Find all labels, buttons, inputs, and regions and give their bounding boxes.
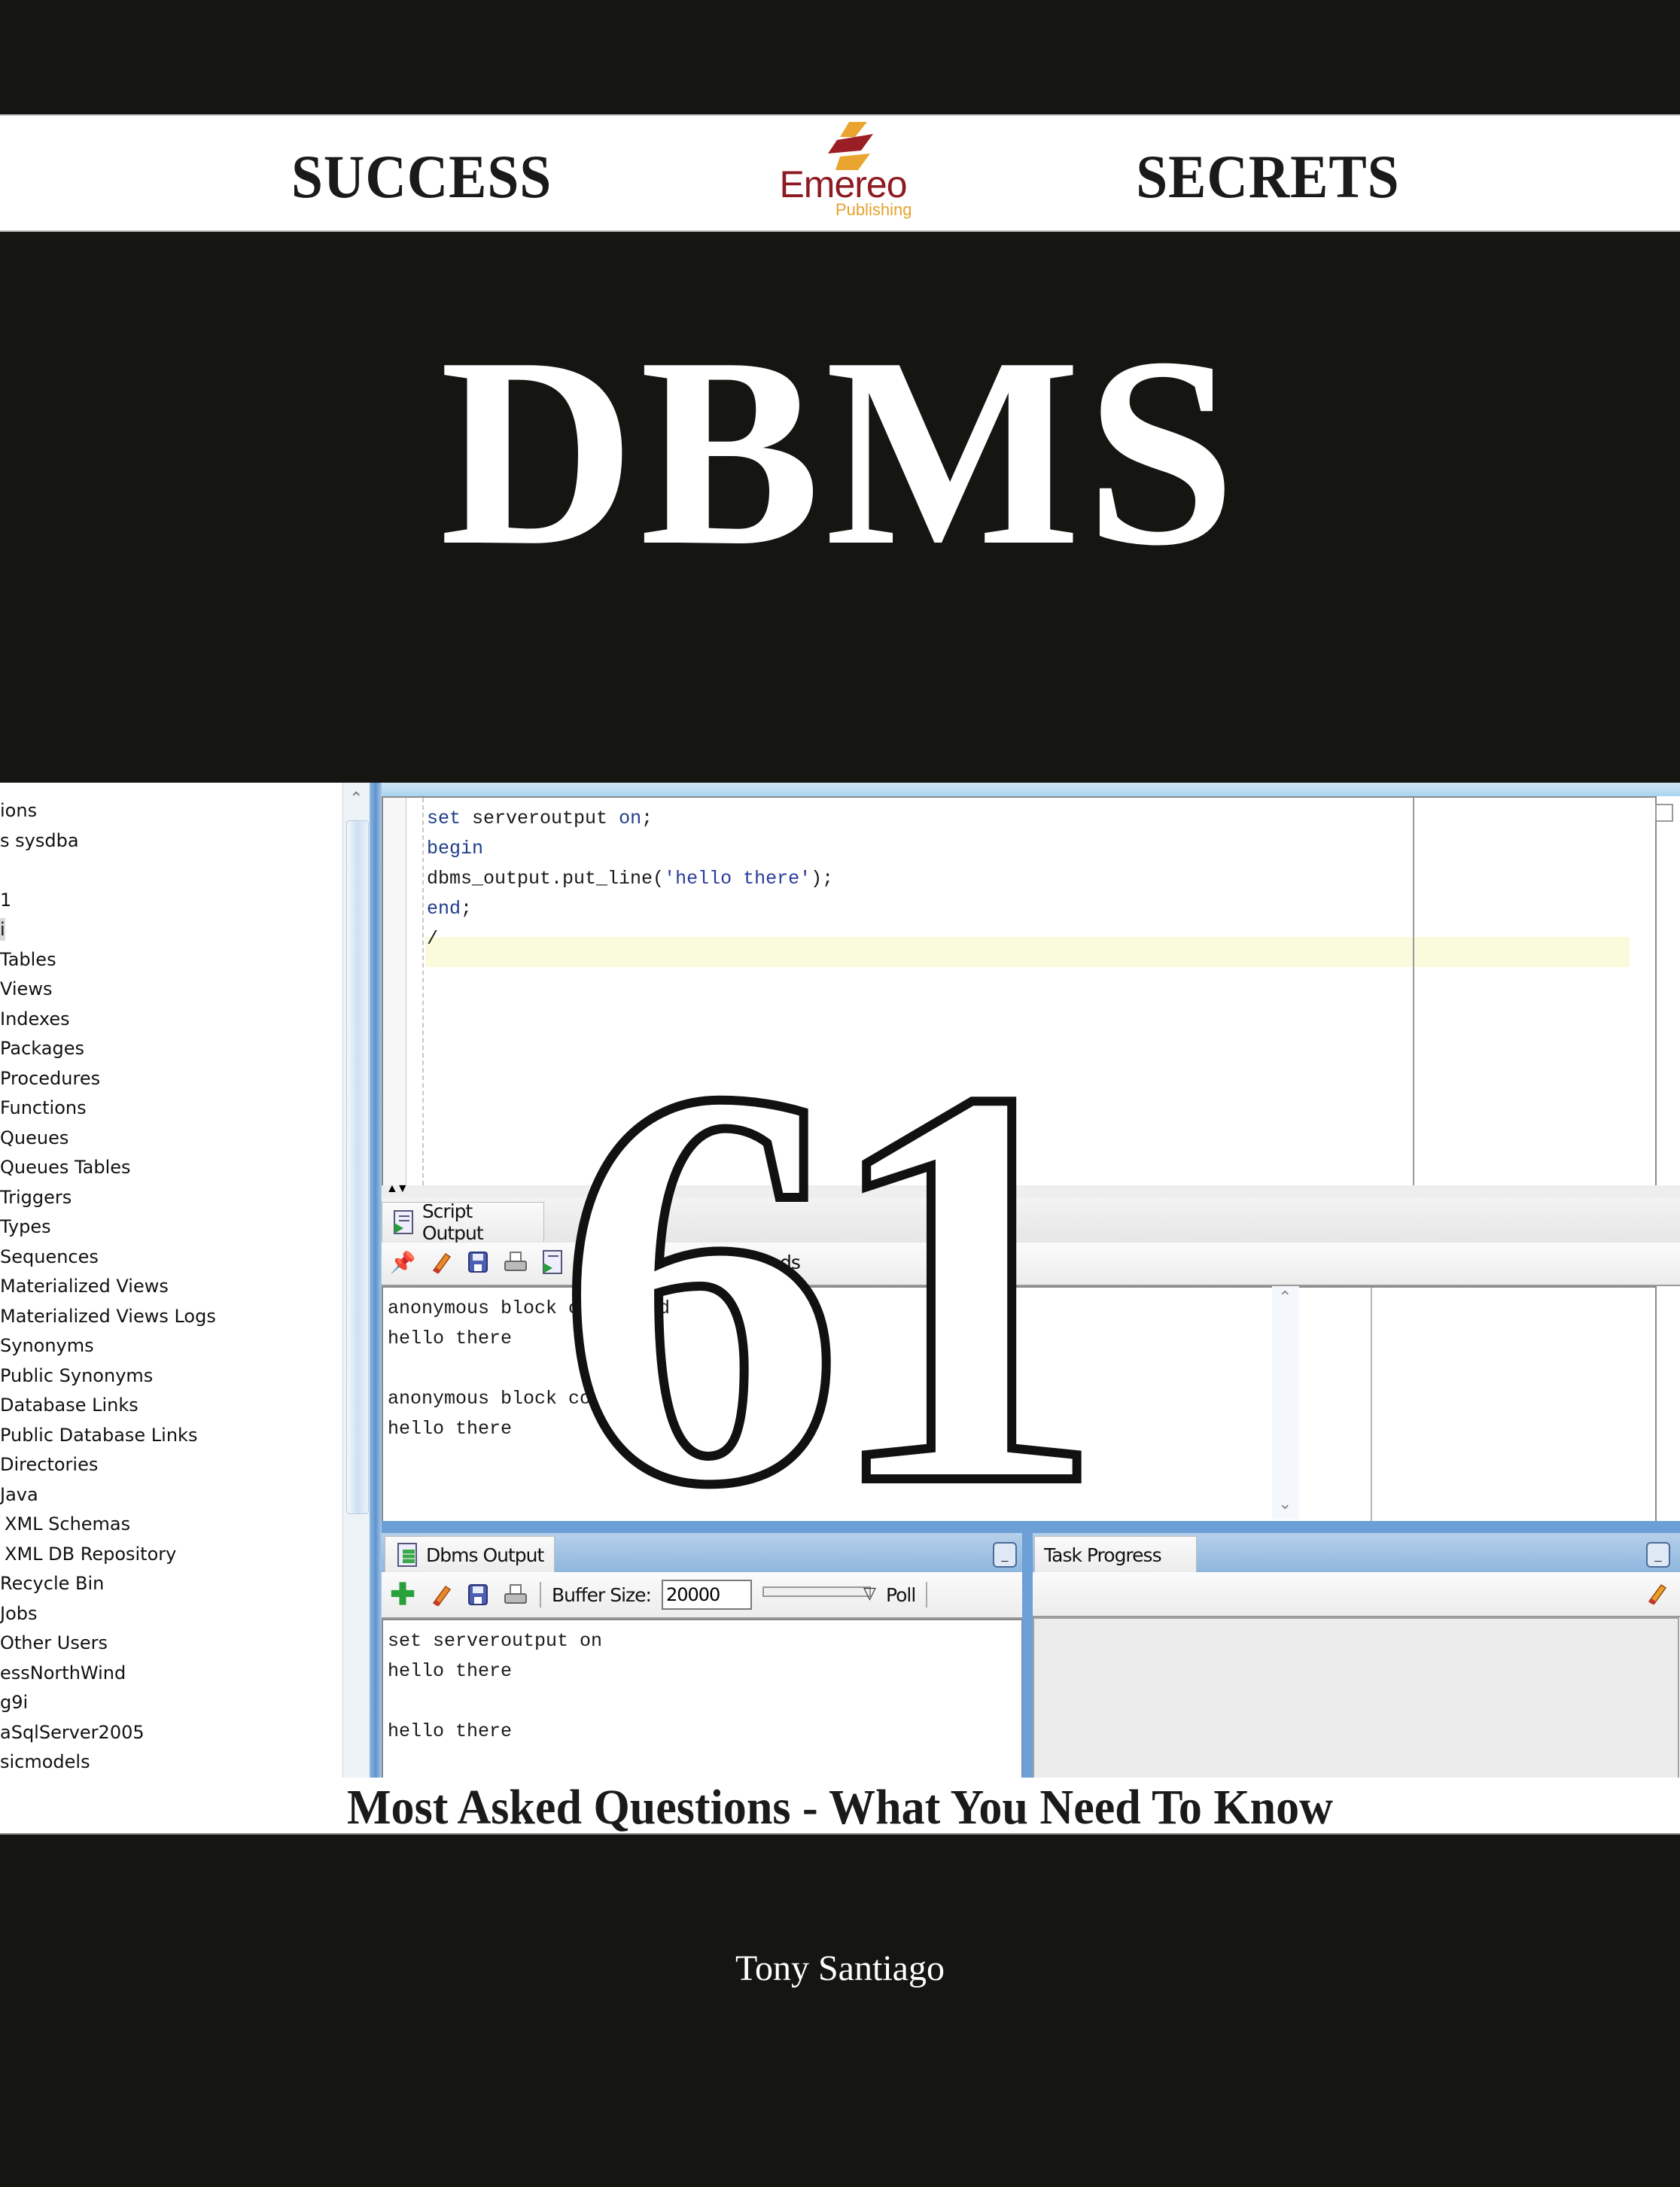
tree-item[interactable]: Views: [0, 978, 52, 1000]
book-title: DBMS: [439, 301, 1241, 601]
tree-item[interactable]: Packages: [0, 1037, 84, 1060]
tree-item[interactable]: Types: [0, 1215, 51, 1238]
tree-item[interactable]: i: [0, 918, 5, 941]
code-token: ;: [461, 898, 473, 920]
tab-label: Script Output: [422, 1200, 484, 1244]
publisher-logo: Emereo Publishing: [745, 116, 941, 230]
tree-item[interactable]: aSqlServer2005: [0, 1721, 145, 1744]
tree-item[interactable]: Tables: [0, 948, 56, 971]
code-token: set: [427, 808, 473, 829]
tab-label: Dbms Output: [426, 1544, 544, 1566]
tree-item[interactable]: Materialized Views: [0, 1275, 169, 1297]
code-token: begin: [427, 838, 484, 859]
code-token: on: [619, 808, 642, 829]
output-line: hello there: [388, 1660, 513, 1682]
tree-item[interactable]: g9i: [0, 1691, 28, 1714]
dbms-output-icon: [394, 1541, 422, 1568]
task-progress-tabbar: Task Progress _: [1033, 1533, 1680, 1573]
code-token: 'hello there': [664, 868, 811, 890]
tree-item[interactable]: essNorthWind: [0, 1662, 126, 1684]
dbms-output-pane[interactable]: set serveroutput on hello there hello ther…: [382, 1619, 1023, 1778]
tree-item[interactable]: Public Synonyms: [0, 1364, 153, 1387]
tree-item[interactable]: Sequences: [0, 1246, 99, 1268]
tree-scroll-thumb[interactable]: [346, 820, 369, 1514]
scroll-up-icon[interactable]: ⌃: [349, 789, 363, 808]
tree-item[interactable]: Recycle Bin: [0, 1572, 104, 1595]
save-icon[interactable]: [464, 1249, 492, 1276]
banner-left-word: SUCCESS: [291, 142, 552, 211]
task-progress-toolbar: [1033, 1572, 1680, 1617]
tree-item[interactable]: 1: [0, 889, 11, 911]
eraser-icon[interactable]: [1642, 1580, 1669, 1607]
code-token: /: [427, 928, 439, 950]
tree-item[interactable]: XML DB Repository: [0, 1543, 176, 1565]
output-line: set serveroutput on: [388, 1630, 603, 1652]
tree-item[interactable]: Other Users: [0, 1632, 108, 1654]
tree-item[interactable]: Queues Tables: [0, 1156, 131, 1179]
editor-fold-line: [422, 798, 424, 1185]
task-progress-pane: [1033, 1617, 1679, 1778]
code-token: end: [427, 898, 461, 920]
tree-item[interactable]: Directories: [0, 1453, 98, 1476]
scroll-down-icon[interactable]: ⌄: [1278, 1494, 1292, 1513]
tree-item[interactable]: Java: [0, 1483, 38, 1506]
tree-item[interactable]: Public Database Links: [0, 1424, 197, 1446]
code-line: end;: [427, 894, 472, 924]
scroll-up-icon[interactable]: ⌃: [1278, 1288, 1292, 1307]
output-divider: [1371, 1288, 1372, 1521]
print-icon[interactable]: [502, 1249, 529, 1276]
tree-item[interactable]: Functions: [0, 1097, 87, 1119]
add-icon[interactable]: ✚: [389, 1578, 416, 1611]
print-icon[interactable]: [502, 1581, 529, 1608]
output-line: hello there: [388, 1720, 513, 1742]
script-output-icon: [391, 1209, 418, 1236]
code-line: set serveroutput on;: [427, 804, 653, 834]
question-count: 61: [552, 970, 1111, 1603]
output-line: hello there: [388, 1418, 513, 1440]
book-subtitle: Most Asked Questions - What You Need To …: [346, 1780, 1333, 1835]
top-banner: SUCCESS Emereo Publishing SECRETS: [0, 114, 1680, 232]
editor-toolbar: [382, 783, 1680, 796]
current-line-highlight: [425, 937, 1630, 967]
editor-corner-box: [1655, 804, 1673, 822]
tree-item[interactable]: Procedures: [0, 1067, 100, 1090]
tab-script-output[interactable]: Script Output: [382, 1200, 544, 1244]
code-line: /: [427, 924, 438, 954]
tree-item[interactable]: Database Links: [0, 1394, 138, 1416]
pin-icon[interactable]: 📌: [389, 1249, 416, 1276]
connections-tree: ions s sysdba 1 i Tables Views Indexes Packages…: [0, 783, 342, 1778]
code-token: ;: [641, 808, 653, 829]
minimize-button[interactable]: _: [1646, 1542, 1670, 1568]
eraser-icon[interactable]: [427, 1581, 454, 1608]
tab-dbms-output[interactable]: Dbms Output: [385, 1536, 555, 1573]
banner-right-word: SECRETS: [1136, 142, 1400, 211]
tree-item[interactable]: XML Schemas: [0, 1513, 130, 1535]
tree-item[interactable]: Synonyms: [0, 1334, 94, 1357]
tree-item[interactable]: Materialized Views Logs: [0, 1305, 216, 1328]
editor-right-margin: [1413, 798, 1414, 1185]
code-token: serveroutput: [472, 808, 619, 829]
tree-item[interactable]: Triggers: [0, 1186, 72, 1209]
split-arrows-icon[interactable]: ▲▼: [386, 1182, 409, 1196]
tree-item[interactable]: Queues: [0, 1127, 68, 1149]
author-name: Tony Santiago: [735, 1948, 945, 1988]
toolbar-separator: [540, 1582, 541, 1608]
tree-scrollbar[interactable]: ⌃: [342, 783, 370, 1778]
tree-item[interactable]: ions: [0, 799, 37, 822]
tree-item[interactable]: Indexes: [0, 1008, 70, 1030]
eraser-icon[interactable]: [427, 1249, 454, 1276]
editor-gutter: [383, 798, 406, 1185]
code-line: dbms_output.put_line('hello there');: [427, 864, 833, 894]
logo-sub: Publishing: [835, 200, 912, 219]
script-output-scrollbar[interactable]: ⌃ ⌄: [1272, 1286, 1299, 1519]
code-token: );: [811, 868, 834, 890]
frame-border: [370, 783, 382, 1778]
code-line: begin: [427, 834, 483, 864]
tree-item[interactable]: s sysdba: [0, 829, 79, 852]
tree-item[interactable]: sicmodels: [0, 1751, 90, 1773]
code-token: dbms_output.put_line(: [427, 868, 665, 890]
save-icon[interactable]: [464, 1581, 492, 1608]
tree-item[interactable]: Jobs: [0, 1602, 38, 1625]
output-line: hello there: [388, 1328, 513, 1349]
